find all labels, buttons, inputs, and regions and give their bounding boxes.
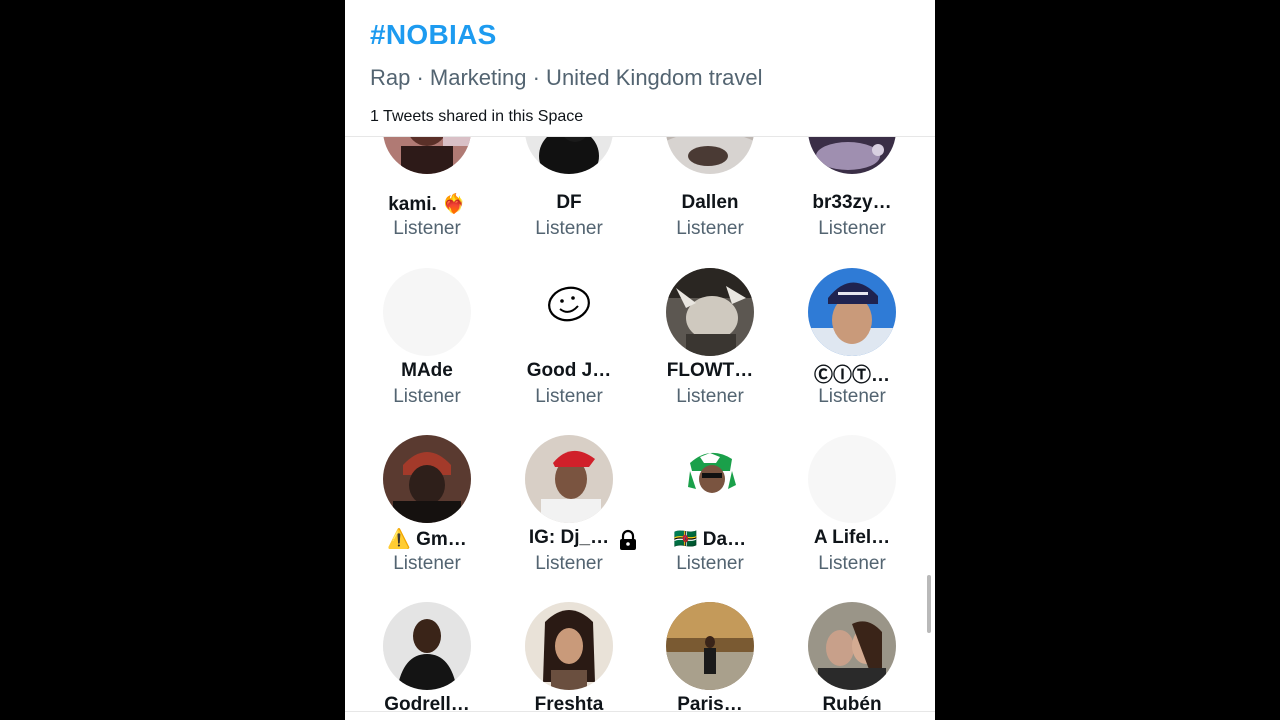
listener-card[interactable]: br33zy… Listener [781, 137, 923, 239]
listener-card[interactable]: DF Listener [498, 137, 640, 239]
listener-role: Listener [393, 386, 461, 407]
listener-card[interactable]: Godrell… [356, 602, 498, 720]
listener-card[interactable]: IG: Dj_… Listener [498, 435, 640, 585]
listener-role: Listener [535, 218, 603, 239]
listener-name: MAde [401, 360, 453, 381]
listener-name: Godrell… [384, 694, 470, 715]
avatar [666, 435, 754, 523]
listener-card[interactable]: FLOWT… Listener [639, 268, 781, 418]
listener-role: Listener [535, 386, 603, 407]
listener-card[interactable]: 🇩🇲 Da… Listener [639, 435, 781, 585]
listener-name: kami. ❤️‍🔥 [388, 194, 466, 215]
space-header: #NOBIAS Rap · Marketing · United Kingdom… [345, 0, 935, 136]
listener-card[interactable]: ⒸⒾⓉ… Listener [781, 268, 923, 418]
avatar [666, 602, 754, 690]
listener-name: A Lifel… [813, 527, 891, 548]
avatar [525, 137, 613, 174]
avatar [666, 137, 754, 174]
listener-card[interactable]: Freshta [498, 602, 640, 720]
avatar [808, 602, 896, 690]
listener-role: Listener [393, 218, 461, 239]
listener-card[interactable]: Rubén [781, 602, 923, 720]
avatar [808, 268, 896, 356]
space-hashtag[interactable]: #NOBIAS [370, 19, 497, 51]
listener-card[interactable]: MAde Listener [356, 268, 498, 418]
avatar [525, 435, 613, 523]
listener-name: FLOWT… [666, 360, 754, 381]
listener-role: Listener [535, 553, 603, 574]
listener-role: Listener [676, 386, 744, 407]
listener-name: 🇩🇲 Da… [673, 529, 747, 550]
avatar [383, 435, 471, 523]
listener-card[interactable]: Dallen Listener [639, 137, 781, 239]
lock-icon [617, 529, 639, 551]
listener-role: Listener [393, 553, 461, 574]
listener-role: Listener [818, 553, 886, 574]
listener-card[interactable]: A Lifel… Listener [781, 435, 923, 585]
avatar [383, 602, 471, 690]
avatar [525, 268, 613, 356]
listener-card[interactable]: Good J… Listener [498, 268, 640, 418]
listener-role: Listener [676, 218, 744, 239]
listener-name: ⒸⒾⓉ… [813, 365, 890, 386]
listener-name: Paris… [677, 694, 743, 715]
listener-card[interactable]: kami. ❤️‍🔥 Listener [356, 137, 498, 239]
avatar [666, 268, 754, 356]
listener-name: ⚠️ Gm… [387, 529, 467, 550]
listener-grid: kami. ❤️‍🔥 Listener DF Listener Dallen L… [345, 137, 935, 720]
listener-role: Listener [818, 386, 886, 407]
avatar [808, 137, 896, 174]
listener-card[interactable]: Paris… [639, 602, 781, 720]
space-topics: Rap · Marketing · United Kingdom travel [370, 65, 763, 90]
avatar [383, 137, 471, 174]
listener-name: Good J… [526, 360, 612, 381]
bottom-divider [345, 711, 935, 712]
listener-name: Dallen [681, 192, 739, 213]
space-panel: #NOBIAS Rap · Marketing · United Kingdom… [345, 0, 935, 720]
listener-name: Freshta [534, 694, 604, 715]
listener-name: br33zy… [812, 192, 892, 213]
avatar [383, 268, 471, 356]
avatar [808, 435, 896, 523]
smiley-icon [548, 286, 590, 322]
scrollbar[interactable] [927, 575, 931, 633]
listener-name: Rubén [822, 694, 882, 715]
listener-name: DF [556, 192, 582, 213]
shared-tweets-link[interactable]: 1 Tweets shared in this Space [370, 108, 583, 126]
listener-role: Listener [818, 218, 886, 239]
avatar [525, 602, 613, 690]
listener-role: Listener [676, 553, 744, 574]
listener-card[interactable]: ⚠️ Gm… Listener [356, 435, 498, 585]
